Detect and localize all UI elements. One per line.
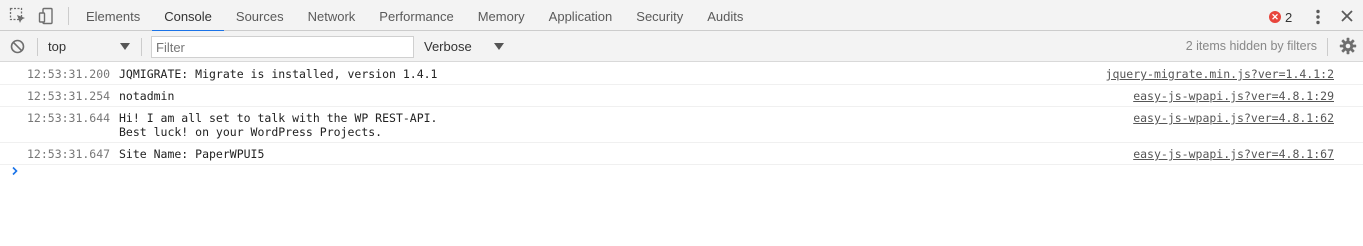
error-count: 2	[1285, 9, 1293, 25]
device-toolbar-icon[interactable]	[38, 7, 56, 25]
error-counter[interactable]: ✕ 2	[1269, 9, 1292, 25]
tab-sources[interactable]: Sources	[224, 0, 296, 31]
console-message: 12:53:31.647 Site Name: PaperWPUI5 easy-js…	[0, 143, 1363, 165]
toolbar-divider	[1327, 38, 1328, 56]
tab-performance[interactable]: Performance	[367, 0, 465, 31]
context-dropdown-arrow-icon[interactable]	[120, 43, 130, 50]
error-icon: ✕	[1269, 11, 1281, 23]
tab-network[interactable]: Network	[296, 0, 368, 31]
console-message: 12:53:31.644 Hi! I am all set to talk wit…	[0, 107, 1363, 143]
message-source-link[interactable]: jquery-migrate.min.js?ver=1.4.1:2	[1106, 67, 1334, 81]
console-message: 12:53:31.200 JQMIGRATE: Migrate is instal…	[0, 63, 1363, 85]
message-timestamp: 12:53:31.644	[27, 111, 111, 125]
tab-audits[interactable]: Audits	[695, 0, 755, 31]
console-message: 12:53:31.254 notadmin easy-js-wpapi.js?ver…	[0, 85, 1363, 107]
devtools-tabbar: Elements Console Sources Network Performance…	[0, 0, 1363, 32]
context-selector[interactable]: top	[48, 31, 66, 62]
console-prompt-chevron-icon[interactable]	[10, 166, 20, 176]
tab-application[interactable]: Application	[537, 0, 625, 31]
tab-console[interactable]: Console	[152, 0, 224, 32]
message-timestamp: 12:53:31.254	[27, 89, 111, 103]
console-settings-gear-icon[interactable]	[1339, 37, 1357, 55]
clear-console-icon[interactable]	[10, 39, 25, 54]
log-levels-selector[interactable]: Verbose	[424, 31, 472, 62]
hidden-items-info: 2 items hidden by filters	[1185, 39, 1317, 53]
tab-memory[interactable]: Memory	[466, 0, 537, 31]
message-source-link[interactable]: easy-js-wpapi.js?ver=4.8.1:62	[1133, 111, 1334, 125]
message-source-link[interactable]: easy-js-wpapi.js?ver=4.8.1:29	[1133, 89, 1334, 103]
tab-elements[interactable]: Elements	[74, 0, 152, 31]
more-options-icon[interactable]	[1310, 8, 1326, 26]
inspect-element-icon[interactable]	[9, 7, 27, 25]
toolbar-divider	[141, 38, 142, 56]
message-timestamp: 12:53:31.200	[27, 67, 111, 81]
filter-input[interactable]	[151, 36, 414, 58]
toolbar-divider	[68, 7, 69, 25]
tab-security[interactable]: Security	[624, 0, 695, 31]
close-icon[interactable]	[1340, 9, 1354, 23]
log-levels-dropdown-arrow-icon[interactable]	[494, 43, 504, 50]
toolbar-divider	[37, 38, 38, 56]
panel-tabs: Elements Console Sources Network Performance…	[74, 0, 755, 32]
message-timestamp: 12:53:31.647	[27, 147, 111, 161]
message-source-link[interactable]: easy-js-wpapi.js?ver=4.8.1:67	[1133, 147, 1334, 161]
console-toolbar: top Verbose 2 items hidden by filters	[0, 31, 1363, 62]
console-messages: 12:53:31.200 JQMIGRATE: Migrate is instal…	[0, 63, 1363, 165]
